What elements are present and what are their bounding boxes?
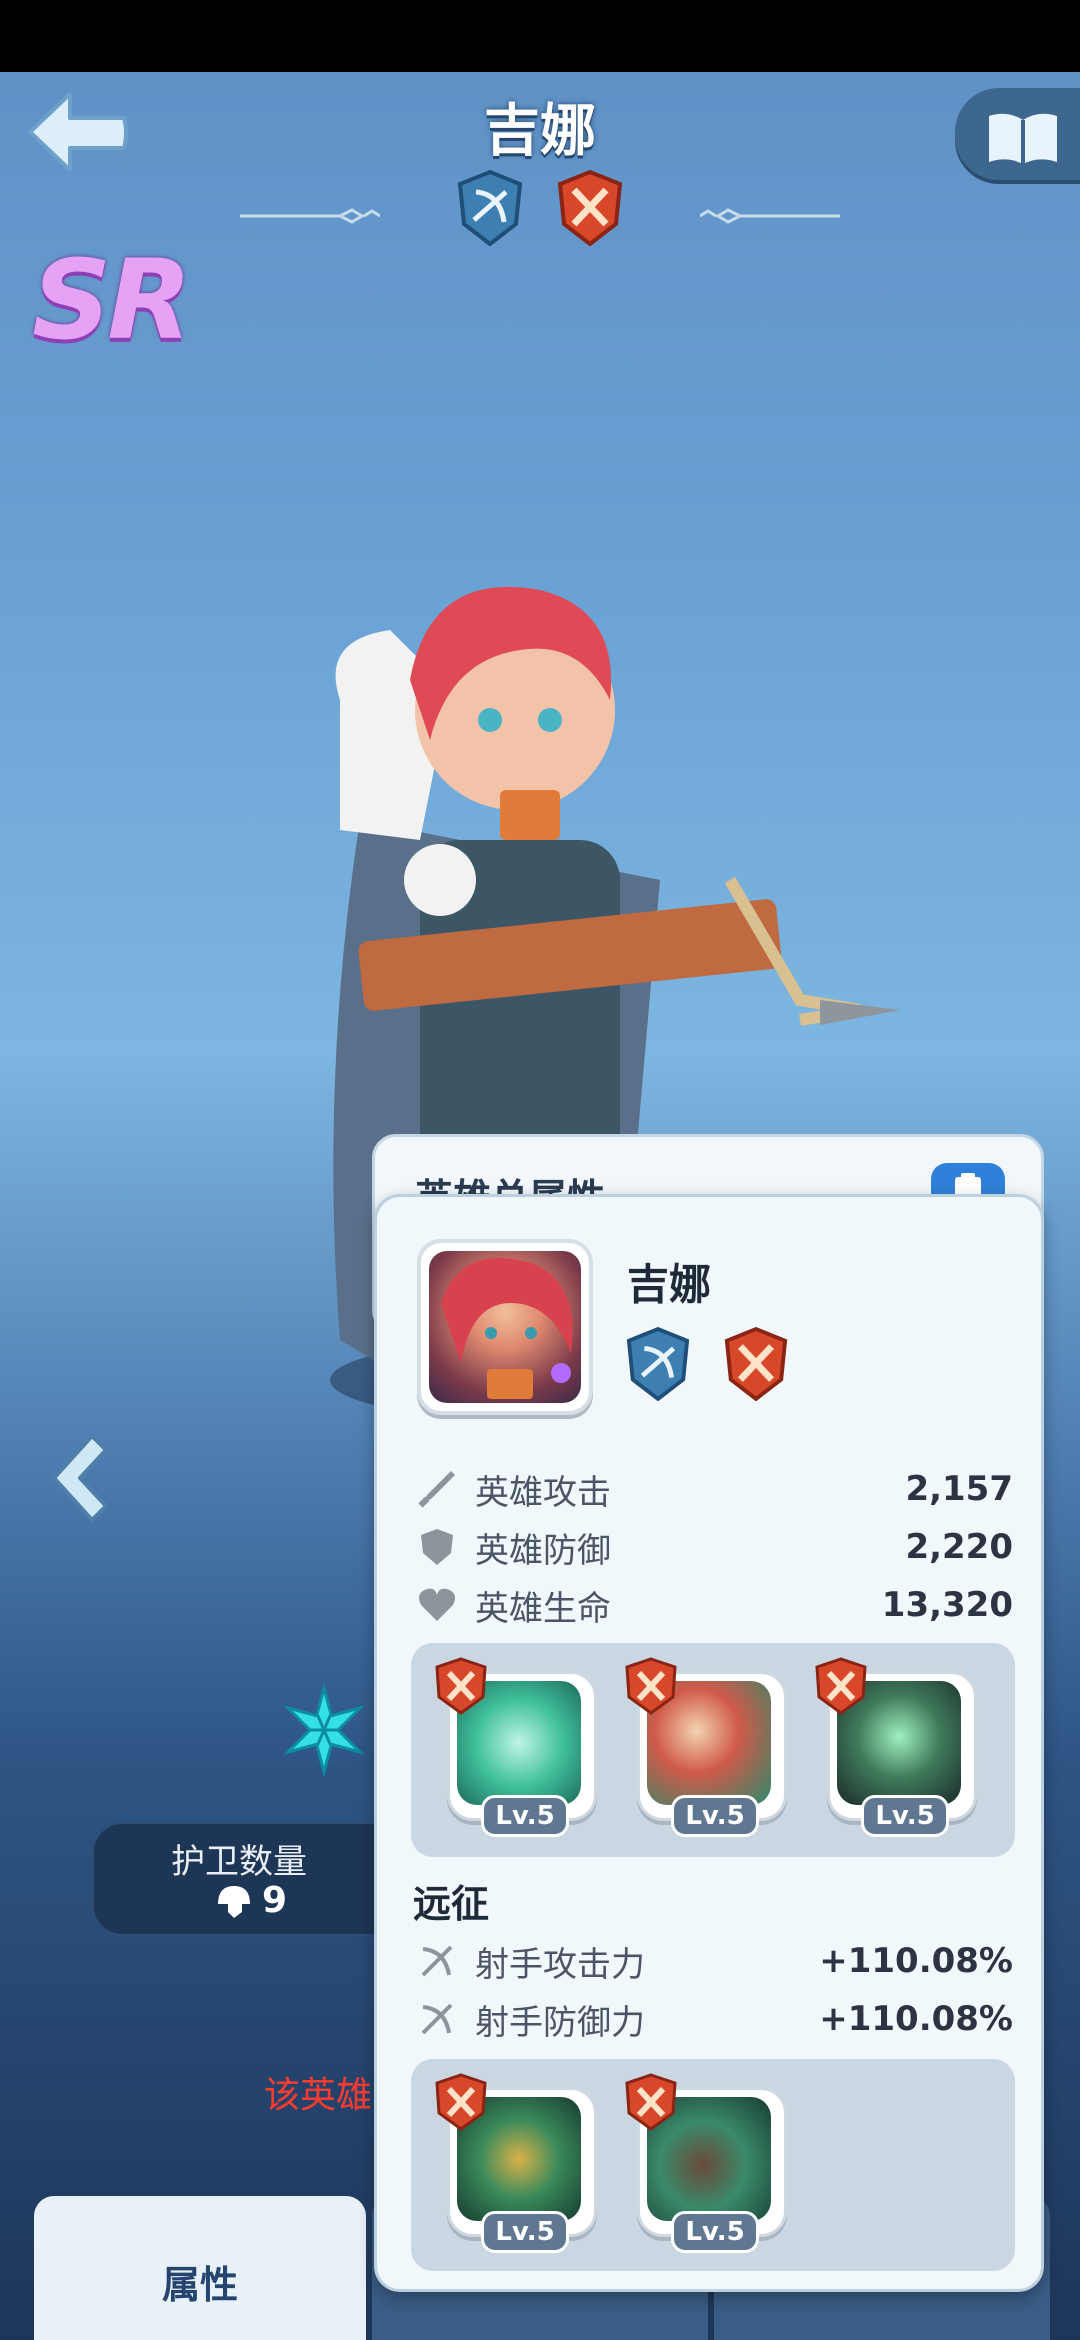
stat-label: 英雄攻击 bbox=[475, 1472, 611, 1513]
expedition-skills-box: Lv.5 Lv.5 bbox=[411, 2059, 1015, 2271]
stat-row-health: 英雄生命 13,320 bbox=[417, 1577, 1013, 1633]
guard-count-value: 9 bbox=[262, 1880, 288, 1921]
crossed-swords-badge-icon bbox=[435, 2073, 487, 2131]
skill-slot[interactable]: Lv.5 bbox=[625, 1657, 787, 1837]
stat-row-archer-defense: 射手防御力 +110.08% bbox=[417, 1991, 1013, 2047]
crossed-swords-badge-icon bbox=[625, 1657, 677, 1715]
expedition-title: 远征 bbox=[413, 1882, 490, 1926]
book-icon bbox=[989, 113, 1057, 164]
stat-row-archer-attack: 射手攻击力 +110.08% bbox=[417, 1933, 1013, 1989]
stat-value: 2,220 bbox=[905, 1527, 1013, 1567]
skill-slot[interactable]: Lv.5 bbox=[815, 1657, 977, 1837]
previous-hero-arrow-icon[interactable] bbox=[44, 1430, 114, 1526]
crossed-swords-badge-icon bbox=[625, 2073, 677, 2131]
crossbow-badge-icon bbox=[457, 170, 523, 246]
hero-name: 吉娜 bbox=[627, 1260, 712, 1309]
decorative-line-left bbox=[240, 208, 380, 224]
stat-value: 13,320 bbox=[881, 1585, 1013, 1625]
snowflake-icon[interactable] bbox=[282, 1684, 366, 1776]
crossed-swords-badge-icon bbox=[724, 1327, 788, 1401]
skill-slot[interactable]: Lv.5 bbox=[435, 2073, 597, 2253]
crossed-swords-badge-icon bbox=[557, 170, 623, 246]
tab-attributes[interactable]: 属性 bbox=[34, 2196, 366, 2340]
hero-title: 吉娜 bbox=[484, 99, 596, 164]
sword-icon bbox=[418, 1471, 455, 1508]
hero-skills-box: Lv.5 Lv.5 Lv.5 bbox=[411, 1643, 1015, 1857]
crossbow-badge-icon bbox=[626, 1327, 690, 1401]
crossbow-icon bbox=[421, 1945, 453, 1977]
skill-level-badge: Lv.5 bbox=[481, 2211, 569, 2253]
shield-icon bbox=[421, 1529, 453, 1565]
crossbow-icon bbox=[421, 2003, 453, 2035]
decorative-line-right bbox=[700, 208, 840, 224]
warning-note: 该英雄 bbox=[264, 2075, 373, 2116]
hero-detail-popup: 吉娜 英雄攻击 2,157 英雄防御 2,220 英雄生命 13,320 Lv.… bbox=[374, 1194, 1044, 2292]
stat-label: 英雄生命 bbox=[475, 1588, 611, 1629]
skill-slot[interactable]: Lv.5 bbox=[435, 1657, 597, 1837]
stat-value: +110.08% bbox=[819, 1941, 1013, 1981]
skill-slot[interactable]: Lv.5 bbox=[625, 2073, 787, 2253]
hero-portrait-art bbox=[441, 1258, 573, 1399]
hero-portrait bbox=[417, 1239, 593, 1415]
stat-row-attack: 英雄攻击 2,157 bbox=[417, 1461, 1013, 1517]
heart-icon bbox=[419, 1588, 455, 1621]
skill-level-badge: Lv.5 bbox=[671, 2211, 759, 2253]
back-arrow-icon[interactable] bbox=[24, 88, 132, 178]
helmet-icon bbox=[218, 1885, 250, 1918]
rarity-label: SR bbox=[32, 236, 192, 364]
status-bar bbox=[0, 0, 1080, 72]
skill-level-badge: Lv.5 bbox=[481, 1795, 569, 1837]
stat-value: 2,157 bbox=[905, 1469, 1013, 1509]
skill-level-badge: Lv.5 bbox=[861, 1795, 949, 1837]
crossed-swords-badge-icon bbox=[435, 1657, 487, 1715]
stat-label: 英雄防御 bbox=[475, 1530, 611, 1571]
stat-value: +110.08% bbox=[819, 1999, 1013, 2039]
crossed-swords-badge-icon bbox=[815, 1657, 867, 1715]
guard-count-box: 护卫数量 9 bbox=[92, 1822, 412, 1936]
book-button[interactable] bbox=[955, 88, 1080, 184]
skill-level-badge: Lv.5 bbox=[671, 1795, 759, 1837]
guard-count-label: 护卫数量 bbox=[171, 1842, 307, 1882]
stat-row-defense: 英雄防御 2,220 bbox=[417, 1519, 1013, 1575]
stat-label: 射手防御力 bbox=[475, 2002, 645, 2043]
tab-attributes-label: 属性 bbox=[161, 2263, 238, 2307]
stat-label: 射手攻击力 bbox=[475, 1944, 645, 1985]
